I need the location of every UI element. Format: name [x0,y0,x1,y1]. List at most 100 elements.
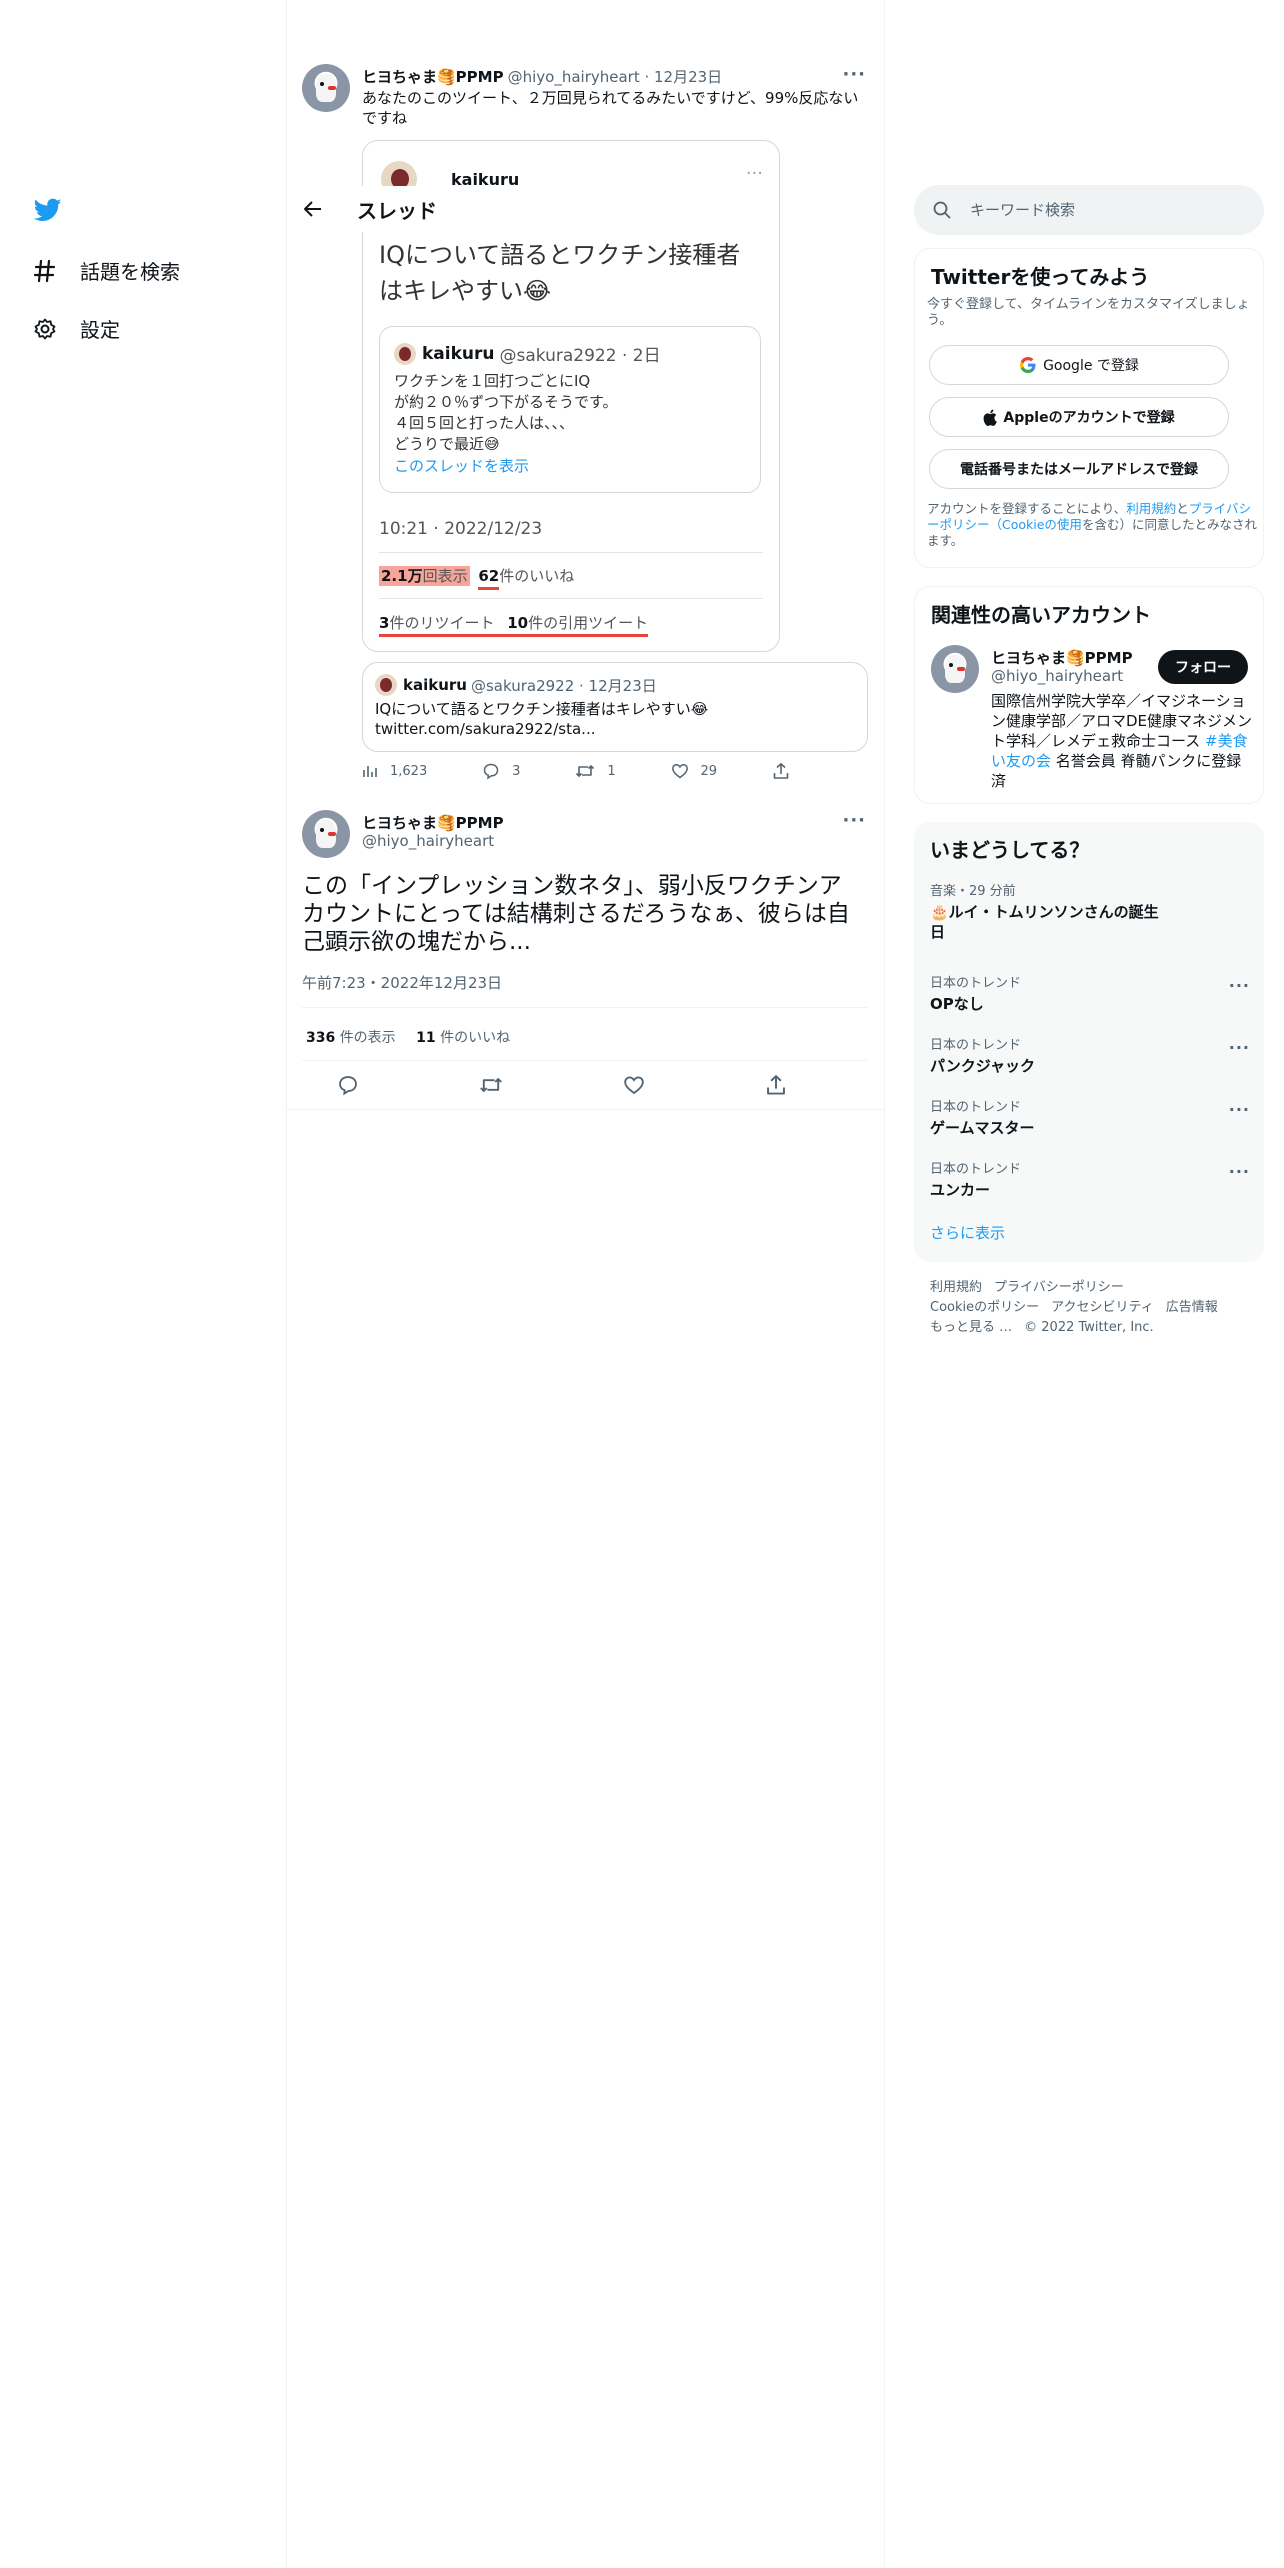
left-nav: 話題を検索 設定 [0,0,286,2568]
terms-text: アカウントを登録することにより、 [927,501,1127,516]
more-icon[interactable]: ··· [842,810,866,831]
trend-meta: 音楽・29 分前 [930,884,1016,899]
nav-settings[interactable]: 設定 [32,314,120,343]
author-handle[interactable]: @hiyo_hairyheart [362,832,494,850]
account-bio: 国際信州学院大学卒／イマジネーション健康学部／アロマDE健康マネジメント学科／レ… [991,691,1253,791]
nav-explore[interactable]: 話題を検索 [32,256,180,285]
back-arrow-icon[interactable] [302,198,324,220]
tweet-timestamp[interactable]: 午前7:23・2022年12月23日 [302,972,502,993]
phone-email-signup-button[interactable]: 電話番号またはメールアドレスで登録 [929,449,1229,489]
search-icon [932,200,952,220]
more-icon[interactable]: ··· [842,64,866,85]
account-name[interactable]: ヒヨちゃま🥞PPMP [991,647,1133,668]
relevant-accounts-box: 関連性の高いアカウント ヒヨちゃま🥞PPMP @hiyo_hairyheart … [914,586,1264,804]
terms-link[interactable]: 利用規約 [1126,501,1176,516]
hashtag-icon [32,258,58,284]
retweet-count: 1 [607,763,616,779]
more-icon[interactable]: ··· [1229,1162,1250,1181]
trend-item[interactable]: 日本のトレンド パンクジャック ··· [930,1034,1250,1076]
avatar[interactable] [302,810,350,858]
retweet-icon [576,765,595,777]
retweet-icon[interactable] [479,1074,503,1100]
avatar[interactable] [931,645,979,693]
divider [379,552,763,553]
show-more-link[interactable]: さらに表示 [930,1222,1005,1243]
analytics-icon [363,766,377,777]
more-icon[interactable]: ··· [1229,976,1250,995]
nav-explore-label: 話題を検索 [80,260,180,284]
image-quote-handle: @sakura2922 · 2日 [499,346,661,366]
trend-item[interactable]: 日本のトレンド OPなし ··· [930,972,1250,1014]
more-icon[interactable]: ··· [1229,1038,1250,1057]
apple-signup-button[interactable]: Appleのアカウントで登録 [929,397,1229,437]
retweet-button[interactable]: 1 [575,762,616,780]
image-quote-link: このスレッドを表示 [394,457,530,475]
trend-item[interactable]: 音楽・29 分前 🎂ルイ・トムリンソンさんの誕生日 [930,880,1250,942]
image-rt-num: 3 [379,614,390,632]
image-stats-retweets: 3件のリツイート 10件の引用ツイート [379,612,649,637]
avatar[interactable] [302,64,350,112]
footer-more-link[interactable]: もっと見る … [930,1320,1012,1335]
likes-label[interactable]: 件のいいね [440,1030,510,1046]
trend-name: 🎂ルイ・トムリンソンさんの誕生日 [930,903,1159,941]
reply-button[interactable]: 3 [482,762,520,780]
trend-name: ユンカー [930,1181,991,1199]
likes-num[interactable]: 11 [416,1030,435,1046]
tweet-actions [337,1074,787,1100]
tweet-stats: 336 件の表示 11 件のいいね [306,1027,510,1047]
footer-cookie-link[interactable]: Cookieのポリシー [930,1300,1039,1315]
signup-terms: アカウントを登録することにより、利用規約とプライバシーポリシー（Cookieの使… [927,501,1257,549]
search-input[interactable] [970,201,1230,219]
trend-meta: 日本のトレンド [930,1038,1022,1053]
twitter-logo-icon[interactable] [32,196,64,226]
reply-icon[interactable] [337,1074,359,1100]
trends-title: いまどうしてる？ [930,838,1090,862]
tweet-author: ヒヨちゃま🥞PPMP @hiyo_hairyheart · 12月23日 [362,66,722,87]
footer-accessibility-link[interactable]: アクセシビリティ [1051,1300,1154,1315]
image-timestamp: 10:21 · 2022/12/23 [379,519,543,539]
quoted-tweet[interactable]: kaikuru @sakura2922 · 12月23日 IQについて語るとワク… [362,662,868,752]
trend-item[interactable]: 日本のトレンド ユンカー ··· [930,1158,1250,1200]
google-signup-button[interactable]: Google で登録 [929,345,1229,385]
signup-title: Twitterを使ってみよう [931,265,1150,289]
author-name[interactable]: ヒヨちゃま🥞PPMP [362,812,504,833]
share-icon[interactable] [765,1074,787,1100]
trend-name: パンクジャック [930,1057,1036,1075]
views-num: 336 [306,1030,336,1046]
search-bar[interactable] [914,185,1264,235]
tweet-actions: 1,623 3 1 29 [362,762,802,780]
footer-ads-link[interactable]: 広告情報 [1166,1300,1218,1315]
share-button[interactable] [772,762,802,780]
reply-count: 3 [512,763,521,779]
account-handle[interactable]: @hiyo_hairyheart [991,667,1123,685]
follow-button[interactable]: フォロー [1158,650,1248,684]
views-button[interactable]: 1,623 [362,762,427,780]
trend-meta: 日本のトレンド [930,976,1022,991]
column-divider [884,0,885,2568]
author-name[interactable]: ヒヨちゃま🥞PPMP [362,66,504,87]
footer-privacy-link[interactable]: プライバシーポリシー [994,1280,1124,1295]
image-quote-name: kaikuru [422,343,495,364]
trend-item[interactable]: 日本のトレンド ゲームマスター ··· [930,1096,1250,1138]
image-likes-label: 件のいいね [499,567,575,585]
apple-icon [983,409,998,426]
image-qt-num: 10 [507,614,529,632]
quoted-text: IQについて語るとワクチン接種者はキレやすい😂 twitter.com/saku… [375,699,708,739]
divider [287,1109,884,1110]
divider [302,1060,868,1061]
avatar [394,342,416,365]
avatar [375,674,397,696]
quoted-name: kaikuru [403,676,467,694]
heart-icon[interactable] [623,1074,645,1100]
like-button[interactable]: 29 [671,762,717,780]
views-count: 1,623 [390,763,428,779]
google-icon [1019,356,1037,374]
quoted-handle: @sakura2922 · 12月23日 [470,676,657,695]
more-icon[interactable]: ··· [1229,1100,1250,1119]
gear-icon [32,316,58,342]
trend-name: ゲームマスター [930,1119,1035,1137]
image-likes-num: 62 [478,567,500,585]
footer-terms-link[interactable]: 利用規約 [930,1280,982,1295]
trend-meta: 日本のトレンド [930,1100,1022,1115]
phone-signup-label: 電話番号またはメールアドレスで登録 [960,462,1198,478]
